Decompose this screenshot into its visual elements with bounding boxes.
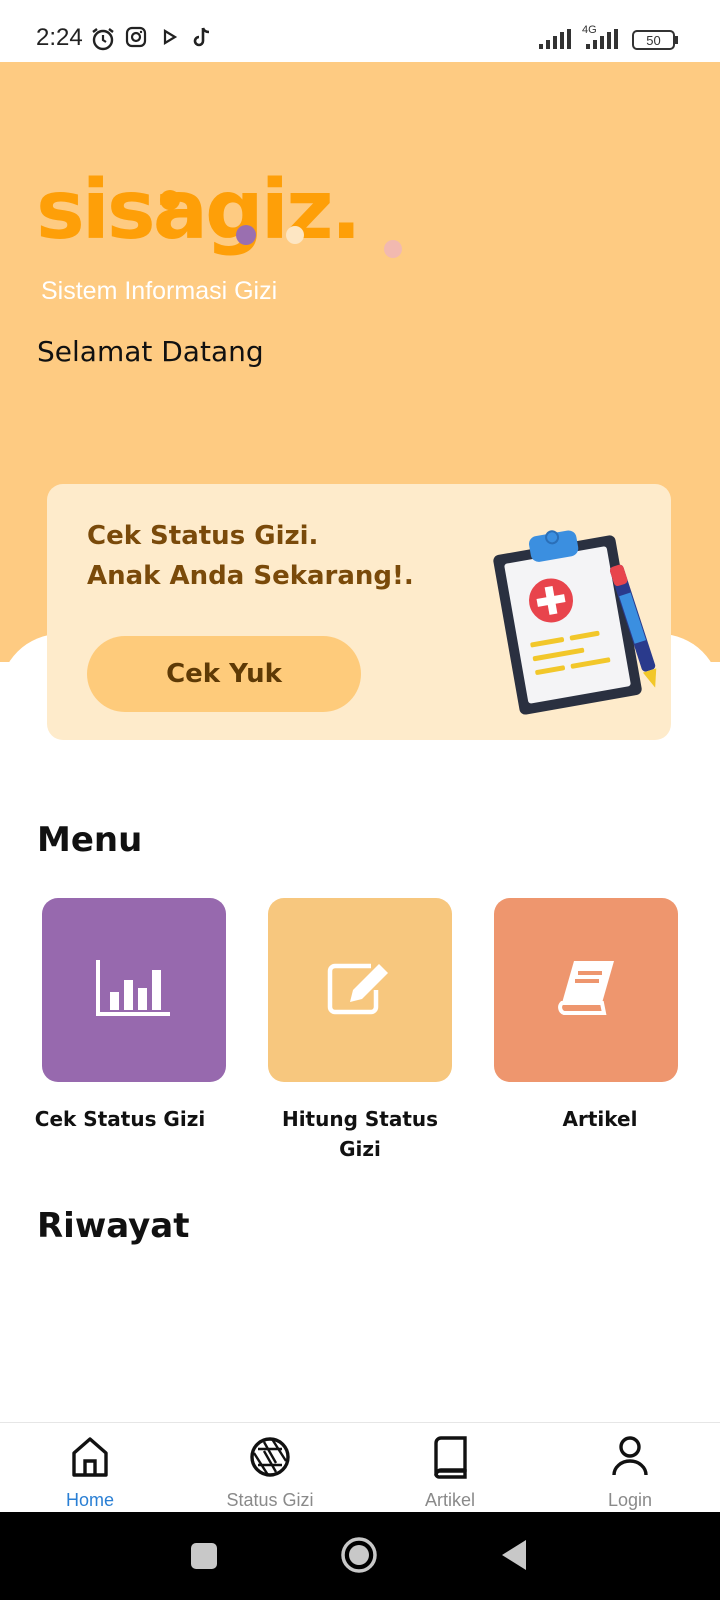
recents-button[interactable] [190, 1542, 218, 1575]
menu-label-artikel: Artikel [562, 1107, 638, 1131]
alarm-icon [90, 26, 116, 57]
book-icon [430, 1435, 470, 1479]
signal-icon [538, 28, 572, 55]
signal-4g-icon: 4G [580, 22, 624, 57]
network-type-label: 4G [582, 24, 597, 36]
logo-dot [236, 225, 256, 245]
menu-title: Menu [37, 820, 143, 860]
app-tagline: Sistem Informasi Gizi [41, 277, 278, 305]
instagram-icon [125, 26, 147, 53]
book-icon [554, 959, 618, 1022]
bottom-nav: Home Status Gizi Artikel Login [0, 1422, 720, 1512]
promo-card: Cek Status Gizi. Anak Anda Sekarang!. Ce… [47, 484, 671, 740]
battery-level: 50 [646, 33, 660, 48]
nav-status-gizi[interactable]: Status Gizi [180, 1423, 360, 1513]
promo-title-line2: Anak Anda Sekarang!. [87, 561, 414, 591]
nav-home[interactable]: Home [0, 1423, 180, 1513]
aperture-icon [250, 1435, 290, 1479]
menu-label-hitung-status-gizi: Hitung Status Gizi [281, 1107, 439, 1161]
nav-status-gizi-label: Status Gizi [226, 1490, 314, 1510]
menu-item-hitung-status-gizi[interactable] [268, 898, 452, 1082]
logo-dot [160, 190, 180, 210]
tiktok-icon [192, 26, 212, 53]
menu-item-artikel[interactable] [494, 898, 678, 1082]
logo-dot [384, 240, 402, 258]
home-button[interactable] [340, 1536, 378, 1579]
status-bar: 2:24 4G 50 [0, 0, 720, 62]
welcome-text: Selamat Datang [37, 335, 264, 368]
riwayat-title: Riwayat [37, 1206, 190, 1246]
edit-icon [327, 960, 393, 1021]
clipboard-medical-icon [487, 522, 667, 727]
cek-yuk-button[interactable]: Cek Yuk [87, 636, 361, 712]
system-nav-bar [0, 1512, 720, 1600]
logo-dot [286, 226, 304, 244]
nav-home-label: Home [65, 1490, 114, 1510]
status-time: 2:24 [36, 24, 83, 51]
promo-title-line1: Cek Status Gizi. [87, 521, 319, 551]
nav-login-label: Login [607, 1490, 653, 1510]
nav-artikel-label: Artikel [424, 1490, 475, 1510]
back-button[interactable] [500, 1538, 528, 1577]
play-icon [162, 29, 178, 50]
nav-artikel[interactable]: Artikel [360, 1423, 540, 1513]
battery-icon: 50 [632, 30, 680, 55]
menu-label-cek-status-gizi: Cek Status Gizi [34, 1107, 206, 1131]
home-icon [70, 1435, 110, 1479]
menu-item-cek-status-gizi[interactable] [42, 898, 226, 1082]
nav-login[interactable]: Login [540, 1423, 720, 1513]
user-icon [610, 1435, 650, 1479]
bar-chart-icon [96, 958, 172, 1023]
app-logo: sisagiz. [36, 163, 362, 258]
